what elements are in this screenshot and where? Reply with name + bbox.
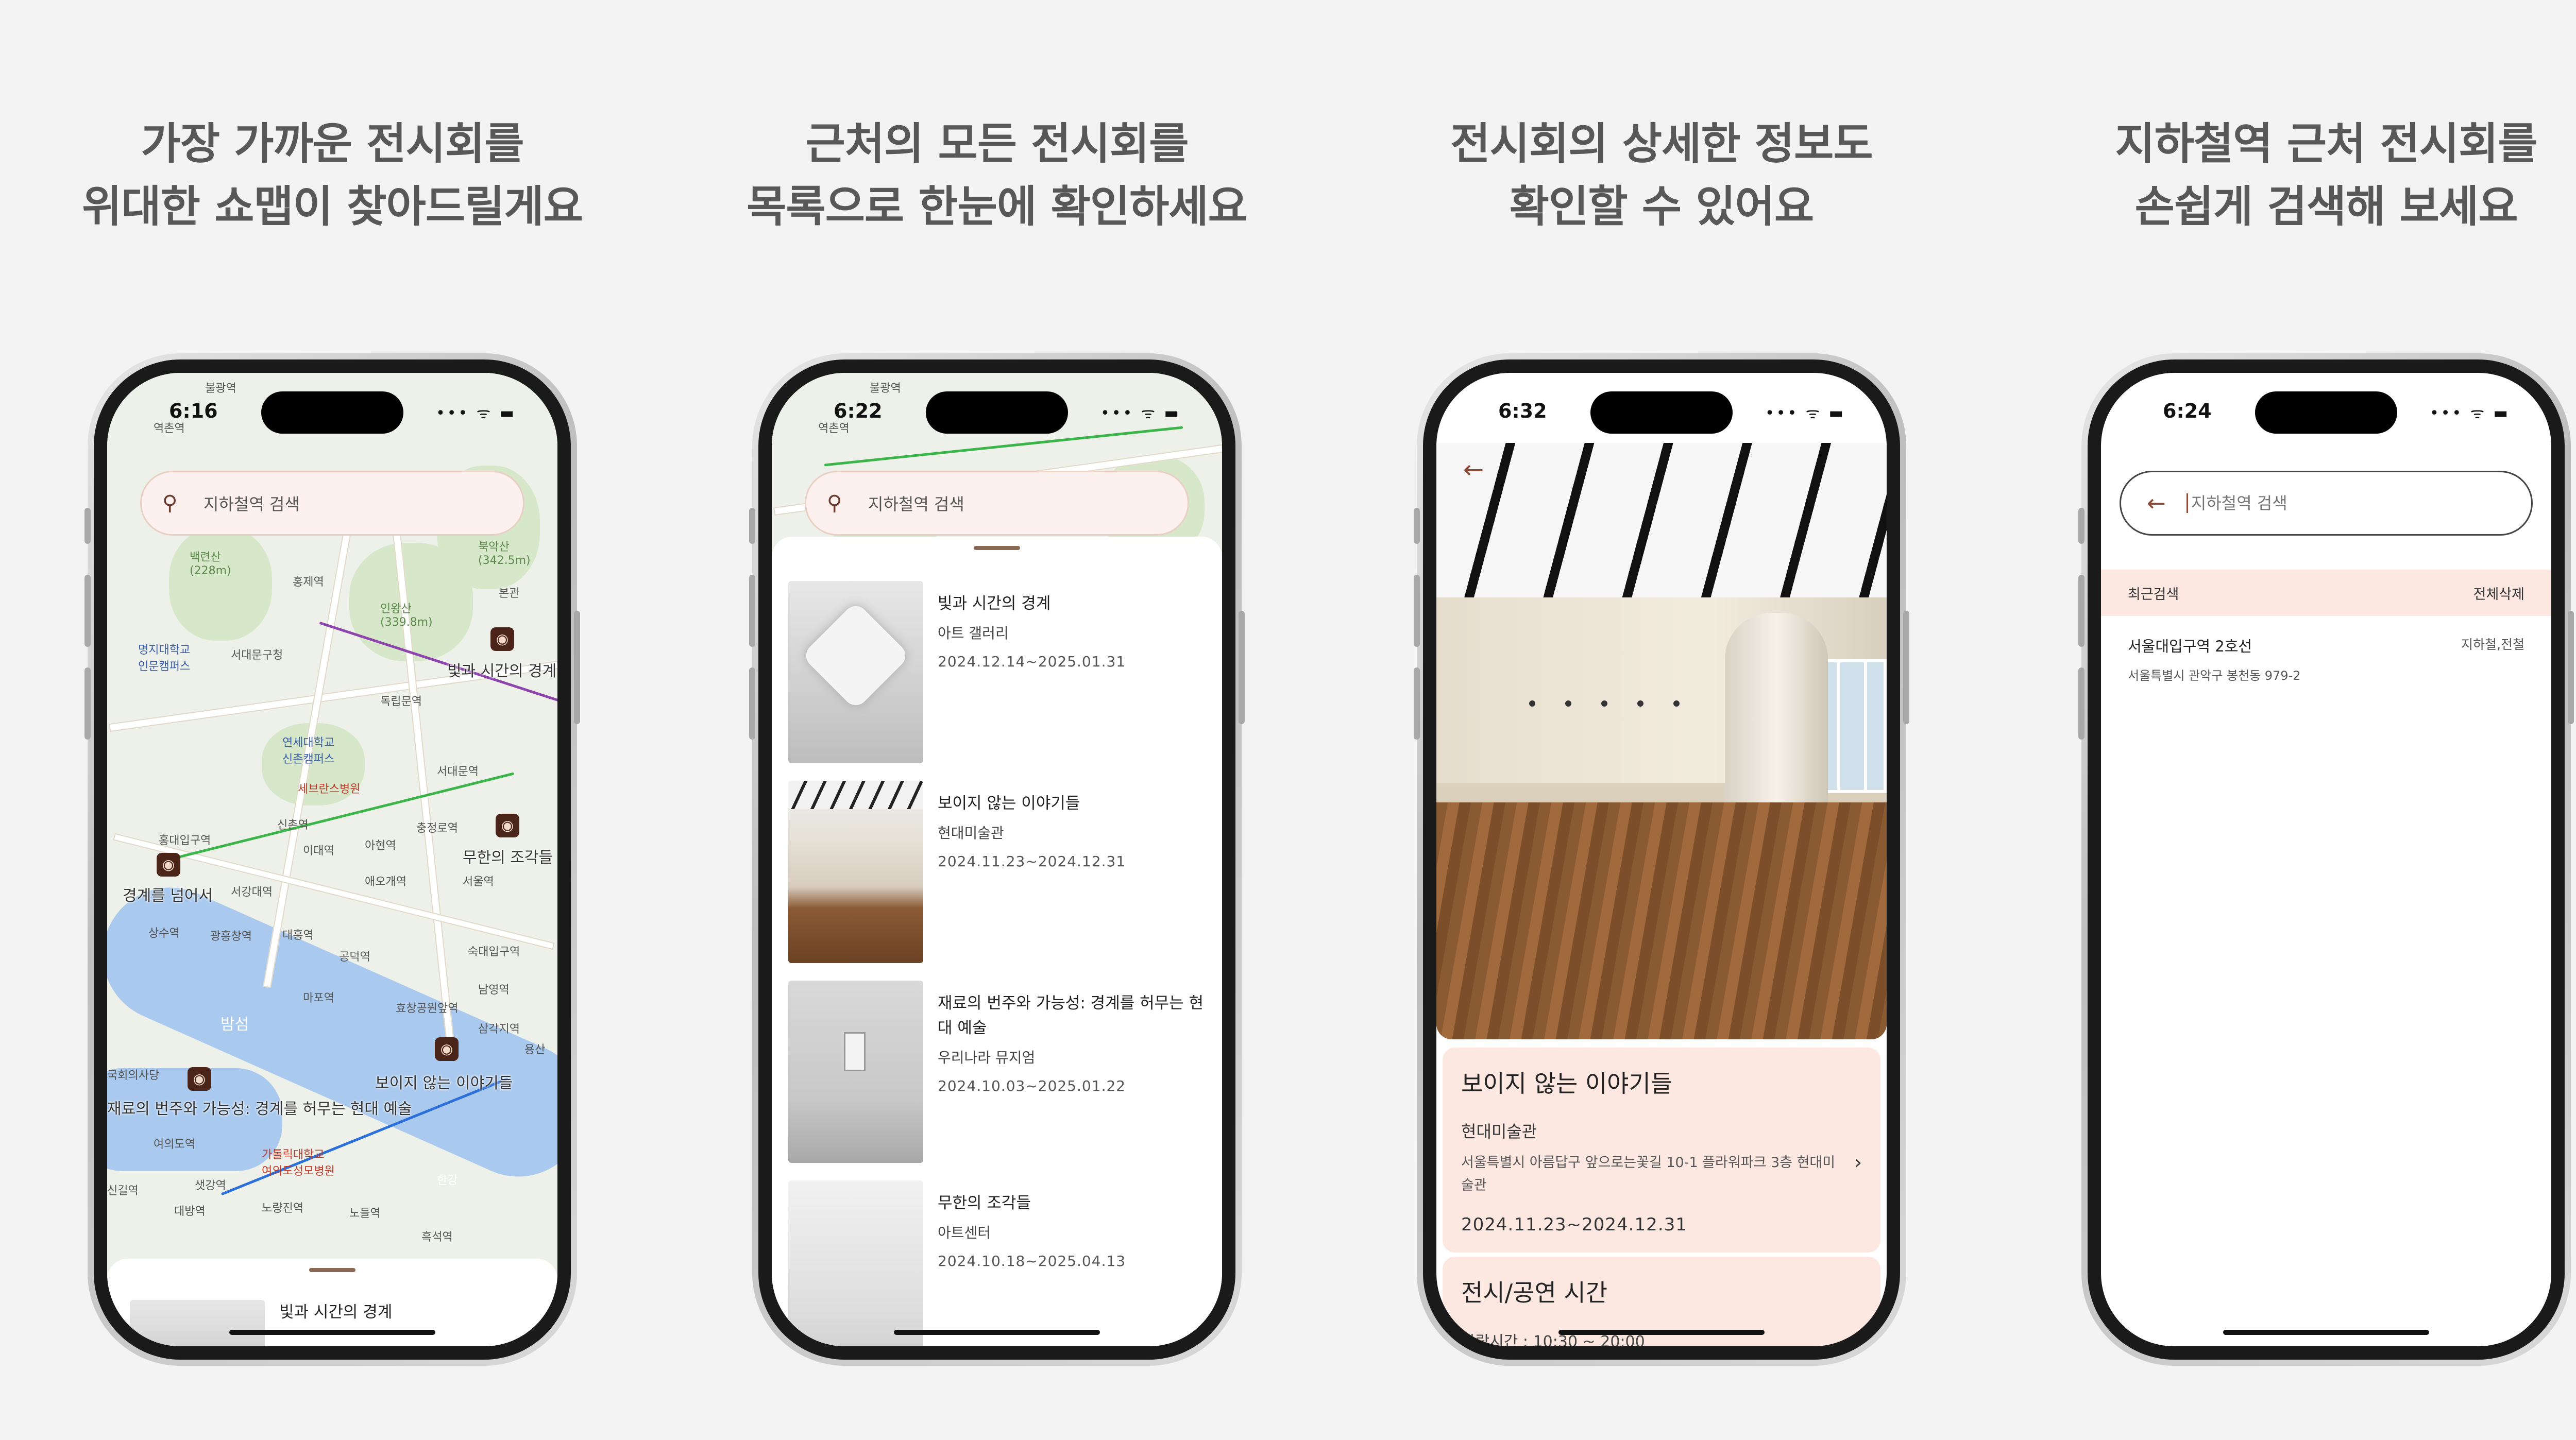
map-marker-label[interactable]: 빛과 시간의 경계	[447, 658, 556, 681]
exhibition-thumbnail	[130, 1300, 265, 1346]
recent-search-item[interactable]: 서울대입구역 2호선 서울특별시 관악구 봉천동 979-2 지하철,전철	[2128, 635, 2524, 683]
exhibition-thumbnail	[788, 781, 923, 963]
recent-search-header: 최근검색 전체삭제	[2101, 570, 2551, 616]
palette-icon[interactable]: ◉	[188, 1067, 211, 1091]
exhibition-dates: 2024.11.23~2024.12.31	[938, 853, 1126, 870]
palette-icon[interactable]: ◉	[496, 814, 519, 837]
detail-title: 보이지 않는 이야기들	[1461, 1070, 1673, 1098]
map-marker-label[interactable]: 경계를 넘어서	[123, 883, 213, 905]
clear-all-button[interactable]: 전체삭제	[2473, 583, 2524, 603]
sheet-handle[interactable]	[974, 546, 1020, 550]
exhibition-gallery: 우리나라 뮤지엄	[938, 1049, 1036, 1066]
dynamic-island	[1590, 391, 1733, 434]
status-time: 6:16	[169, 400, 218, 422]
dynamic-island	[2255, 391, 2397, 434]
search-icon: ⚲	[162, 491, 178, 515]
exhibition-thumbnail	[788, 581, 923, 763]
phone-search: 6:24 ••• ᯤ ▬ ← 최근검색 전체삭제 서울대입구역 2호선 서울특별…	[2078, 353, 2574, 1366]
map-screen: 불광역 역촌역 백련산 (228m) 홍제역 인왕산 (339.8m) 북악산 …	[107, 373, 557, 1346]
list-item[interactable]: 빛과 시간의 경계 아트 갤러리 2024.12.14~2025.01.31	[772, 581, 1222, 781]
map-marker-label[interactable]: 무한의 조각들	[463, 845, 553, 867]
search-placeholder: 지하철역 검색	[204, 494, 300, 514]
station-search-field[interactable]: ←	[2120, 471, 2533, 536]
dynamic-island	[926, 391, 1068, 434]
back-arrow-icon[interactable]: ←	[1463, 455, 1484, 484]
exhibition-title: 빛과 시간의 경계	[938, 594, 1051, 613]
exhibition-hero-image	[1436, 443, 1887, 1039]
detail-address[interactable]: 서울특별시 아름답구 앞으로는꽃길 10-1 플라워파크 3층 현대미술관 ›	[1461, 1152, 1862, 1197]
caption-1: 가장 가까운 전시회를 위대한 쇼맵이 찾아드릴게요	[82, 118, 583, 232]
signal-wifi-battery-icon: ••• ᯤ ▬	[1765, 404, 1845, 422]
home-indicator[interactable]	[1558, 1330, 1765, 1335]
exhibition-list-sheet[interactable]: 빛과 시간의 경계 아트 갤러리 2024.12.14~2025.01.31 보…	[772, 537, 1222, 1346]
search-placeholder: 지하철역 검색	[868, 494, 964, 514]
search-input[interactable]	[2186, 493, 2444, 513]
status-time: 6:24	[2163, 400, 2212, 422]
phone-map: 불광역 역촌역 백련산 (228m) 홍제역 인왕산 (339.8m) 북악산 …	[84, 353, 580, 1366]
signal-wifi-battery-icon: ••• ᯤ ▬	[436, 404, 516, 422]
signal-wifi-battery-icon: ••• ᯤ ▬	[1100, 404, 1181, 422]
signal-wifi-battery-icon: ••• ᯤ ▬	[2430, 404, 2510, 422]
chevron-right-icon: ›	[1854, 1152, 1862, 1173]
palette-icon[interactable]: ◉	[435, 1037, 459, 1061]
station-search-bar[interactable]: ⚲ 지하철역 검색	[140, 471, 524, 536]
search-screen: 6:24 ••• ᯤ ▬ ← 최근검색 전체삭제 서울대입구역 2호선 서울특별…	[2101, 373, 2551, 1346]
exhibition-thumbnail	[788, 1180, 923, 1346]
home-indicator[interactable]	[2223, 1330, 2429, 1335]
dynamic-island	[261, 391, 403, 434]
sheet-handle[interactable]	[309, 1268, 355, 1272]
exhibition-gallery: 아트센터	[938, 1224, 991, 1241]
exhibition-dates: 2024.10.03~2025.01.22	[938, 1077, 1126, 1094]
exhibition-gallery: 현대미술관	[938, 825, 1004, 842]
exhibition-title: 재료의 번주와 가능성: 경계를 허무는 현대 예술	[938, 994, 1204, 1037]
list-item[interactable]: 보이지 않는 이야기들 현대미술관 2024.11.23~2024.12.31	[772, 781, 1222, 981]
detail-screen: 6:32 ••• ᯤ ▬ ← 보이지 않는 이야기들 현대미술관 서울특별시 아…	[1436, 373, 1887, 1346]
recent-search-label: 최근검색	[2128, 586, 2179, 603]
palette-icon[interactable]: ◉	[490, 627, 514, 651]
status-time: 6:22	[834, 400, 883, 422]
exhibition-info-card: 보이지 않는 이야기들 현대미술관 서울특별시 아름답구 앞으로는꽃길 10-1…	[1443, 1048, 1880, 1253]
status-time: 6:32	[1498, 400, 1547, 422]
detail-gallery: 현대미술관	[1461, 1122, 1537, 1141]
exhibition-title[interactable]: 빛과 시간의 경계	[265, 1300, 392, 1346]
caption-2: 근처의 모든 전시회를 목록으로 한눈에 확인하세요	[747, 118, 1248, 232]
phone-list: 불광역 역촌역 6:22 ••• ᯤ ▬ ⚲ 지하철역 검색 빛과 시간의 경계	[749, 353, 1245, 1366]
home-indicator[interactable]	[894, 1330, 1100, 1335]
station-address: 서울특별시 관악구 봉천동 979-2	[2128, 668, 2301, 683]
station-type-tag: 지하철,전철	[2461, 637, 2524, 652]
station-search-bar[interactable]: ⚲ 지하철역 검색	[805, 471, 1189, 536]
list-item[interactable]: 재료의 번주와 가능성: 경계를 허무는 현대 예술 우리나라 뮤지엄 2024…	[772, 981, 1222, 1180]
exhibition-title: 무한의 조각들	[938, 1194, 1031, 1212]
exhibition-thumbnail	[788, 981, 923, 1163]
caption-4: 지하철역 근처 전시회를 손쉽게 검색해 보세요	[2115, 118, 2537, 232]
phone-detail: 6:32 ••• ᯤ ▬ ← 보이지 않는 이야기들 현대미술관 서울특별시 아…	[1414, 353, 1909, 1366]
map-marker-label[interactable]: 보이지 않는 이야기들	[375, 1070, 513, 1093]
caption-3: 전시회의 상세한 정보도 확인할 수 있어요	[1450, 118, 1873, 232]
map-marker-label[interactable]: 재료의 번주와 가능성: 경계를 허무는 현대 예술	[107, 1096, 412, 1119]
back-arrow-icon[interactable]: ←	[2147, 490, 2166, 517]
list-screen: 불광역 역촌역 6:22 ••• ᯤ ▬ ⚲ 지하철역 검색 빛과 시간의 경계	[772, 373, 1222, 1346]
exhibition-dates: 2024.10.18~2025.04.13	[938, 1253, 1126, 1270]
detail-dates: 2024.11.23~2024.12.31	[1461, 1214, 1687, 1235]
exhibition-dates: 2024.12.14~2025.01.31	[938, 653, 1126, 670]
palette-icon[interactable]: ◉	[157, 853, 180, 877]
exhibition-title: 보이지 않는 이야기들	[938, 794, 1080, 813]
search-icon: ⚲	[827, 491, 842, 515]
home-indicator[interactable]	[229, 1330, 435, 1335]
list-item[interactable]: 무한의 조각들 아트센터 2024.10.18~2025.04.13	[772, 1180, 1222, 1346]
hours-title: 전시/공연 시간	[1461, 1279, 1608, 1307]
exhibition-gallery: 아트 갤러리	[938, 625, 1009, 642]
